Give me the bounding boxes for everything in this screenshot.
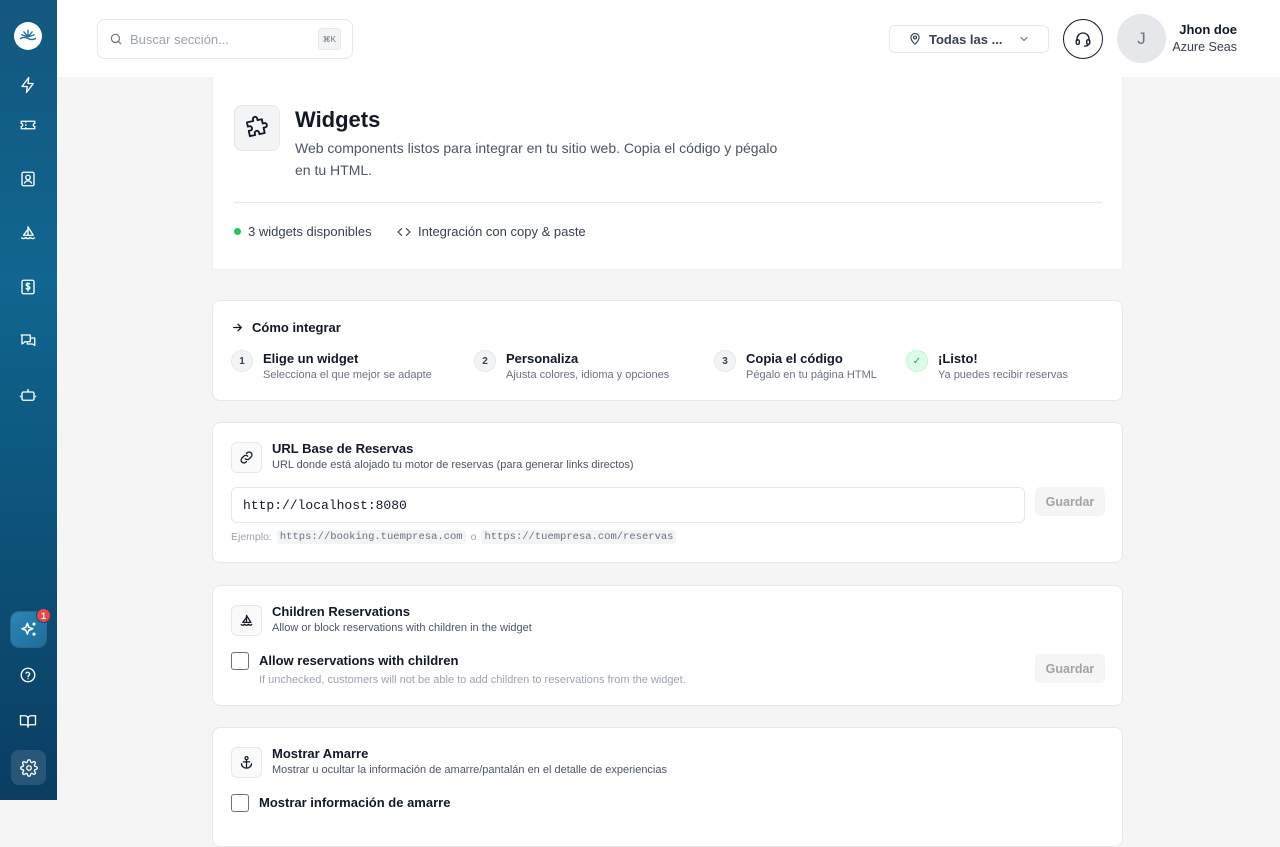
show-mooring-label: Mostrar información de amarre xyxy=(259,795,451,810)
logo[interactable] xyxy=(14,22,42,50)
puzzle-icon xyxy=(246,115,268,138)
page-title: Widgets xyxy=(295,107,381,132)
code-icon xyxy=(397,227,411,236)
sidebar-item-help[interactable] xyxy=(18,665,38,685)
contact-card-icon xyxy=(21,171,35,187)
widgets-header-card: Widgets Web components listos para integ… xyxy=(212,77,1123,270)
page-description: Web components listos para integrar en t… xyxy=(295,140,778,178)
step-number: 1 xyxy=(231,350,253,372)
example-or: o xyxy=(470,531,477,543)
sidebar-item-contacts[interactable] xyxy=(18,169,38,189)
example-url-2: https://tuempresa.com/reservas xyxy=(481,530,677,544)
help-circle-icon xyxy=(20,667,36,683)
dollar-receipt-icon xyxy=(21,279,35,295)
stat-widgets-label: 3 widgets disponibles xyxy=(248,224,372,239)
divider xyxy=(234,202,1102,203)
url-base-card: URL Base de Reservas URL donde está aloj… xyxy=(212,422,1123,563)
section-subtitle: Mostrar u ocultar la información de amar… xyxy=(272,764,667,776)
puzzle-icon-box xyxy=(234,105,280,151)
logo-icon xyxy=(19,29,37,41)
topbar: ⌘K Todas las ... J Jhon doe Azure Seas xyxy=(57,0,1280,77)
allow-children-help: If unchecked, customers will not be able… xyxy=(259,674,686,686)
search-box[interactable]: ⌘K xyxy=(97,19,353,59)
sidebar-item-bot[interactable] xyxy=(18,385,38,405)
children-reservations-card: Children Reservations Allow or block res… xyxy=(212,585,1123,706)
step-check: ✓ xyxy=(906,350,928,372)
sidebar-item-boats[interactable] xyxy=(18,223,38,243)
gear-icon xyxy=(19,758,38,777)
robot-icon xyxy=(19,389,37,401)
step-title: Personaliza xyxy=(506,351,579,366)
section-subtitle: Allow or block reservations with childre… xyxy=(272,622,532,634)
sidebar: 1 xyxy=(0,0,57,800)
location-label: Todas las ... xyxy=(929,31,1003,47)
sidebar-item-payments[interactable] xyxy=(18,277,38,297)
step-number: 3 xyxy=(714,350,736,372)
sailboat-icon xyxy=(20,226,36,240)
map-pin-icon xyxy=(910,32,920,46)
step-title: ¡Listo! xyxy=(938,351,978,366)
notification-badge: 1 xyxy=(36,608,51,623)
search-icon xyxy=(110,33,122,45)
anchor-icon-box xyxy=(231,747,262,778)
sidebar-item-tickets[interactable] xyxy=(18,115,38,135)
url-example: Ejemplo: https://booking.tuempresa.com o… xyxy=(231,530,681,544)
sailboat-icon xyxy=(240,614,253,626)
stat-integration-label: Integración con copy & paste xyxy=(418,224,586,239)
stat-widgets: 3 widgets disponibles xyxy=(234,224,372,239)
step-subtitle: Ajusta colores, idioma y opciones xyxy=(506,369,670,381)
step-subtitle: Selecciona el que mejor se adapte xyxy=(263,369,432,381)
sailboat-icon-box xyxy=(231,605,262,636)
step-subtitle: Pégalo en tu página HTML xyxy=(746,369,877,381)
sparkles-icon xyxy=(20,622,36,636)
location-selector[interactable]: Todas las ... xyxy=(889,25,1049,53)
link-icon-box xyxy=(231,442,262,473)
how-to-integrate-card: Cómo integrar 1 Elige un widget Seleccio… xyxy=(212,300,1123,401)
example-label: Ejemplo: xyxy=(231,531,272,543)
allow-children-label: Allow reservations with children xyxy=(259,653,459,668)
how-title: Cómo integrar xyxy=(231,320,341,335)
show-mooring-checkbox[interactable] xyxy=(231,794,249,812)
user-company: Azure Seas xyxy=(1172,40,1237,54)
anchor-icon xyxy=(240,755,253,769)
save-url-button[interactable]: Guardar xyxy=(1035,487,1105,516)
section-subtitle: URL donde está alojado tu motor de reser… xyxy=(272,459,634,471)
ticket-icon xyxy=(20,120,36,130)
section-title: URL Base de Reservas xyxy=(272,441,414,456)
step-title: Copia el código xyxy=(746,351,843,366)
lightning-icon xyxy=(21,76,34,94)
link-icon xyxy=(240,451,253,464)
headset-icon xyxy=(1075,32,1091,47)
sidebar-item-settings[interactable] xyxy=(11,750,46,785)
show-mooring-card: Mostrar Amarre Mostrar u ocultar la info… xyxy=(212,727,1123,847)
step-subtitle: Ya puedes recibir reservas xyxy=(938,369,1069,381)
section-title: Children Reservations xyxy=(272,604,410,619)
how-title-label: Cómo integrar xyxy=(252,320,341,335)
main-content: Widgets Web components listos para integ… xyxy=(57,77,1280,847)
step-number: 2 xyxy=(474,350,496,372)
user-name: Jhon doe xyxy=(1179,22,1237,37)
save-children-button[interactable]: Guardar xyxy=(1035,654,1105,683)
status-dot xyxy=(234,228,241,235)
sidebar-item-activity[interactable] xyxy=(18,75,38,95)
search-shortcut: ⌘K xyxy=(317,28,341,50)
search-input[interactable] xyxy=(130,31,310,47)
avatar[interactable]: J xyxy=(1117,14,1166,63)
example-url-1: https://booking.tuempresa.com xyxy=(276,530,466,544)
step-title: Elige un widget xyxy=(263,351,359,366)
support-button[interactable] xyxy=(1063,19,1103,59)
arrow-right-icon xyxy=(233,323,243,332)
book-open-icon xyxy=(19,715,37,728)
sidebar-item-docs[interactable] xyxy=(18,711,38,731)
allow-children-checkbox[interactable] xyxy=(231,652,249,670)
stat-integration: Integración con copy & paste xyxy=(397,224,586,239)
sidebar-item-messages[interactable] xyxy=(18,331,38,351)
booking-url-input[interactable] xyxy=(231,487,1025,523)
section-title: Mostrar Amarre xyxy=(272,746,369,761)
chevron-down-icon xyxy=(1020,36,1028,42)
chat-bubbles-icon xyxy=(20,334,36,347)
